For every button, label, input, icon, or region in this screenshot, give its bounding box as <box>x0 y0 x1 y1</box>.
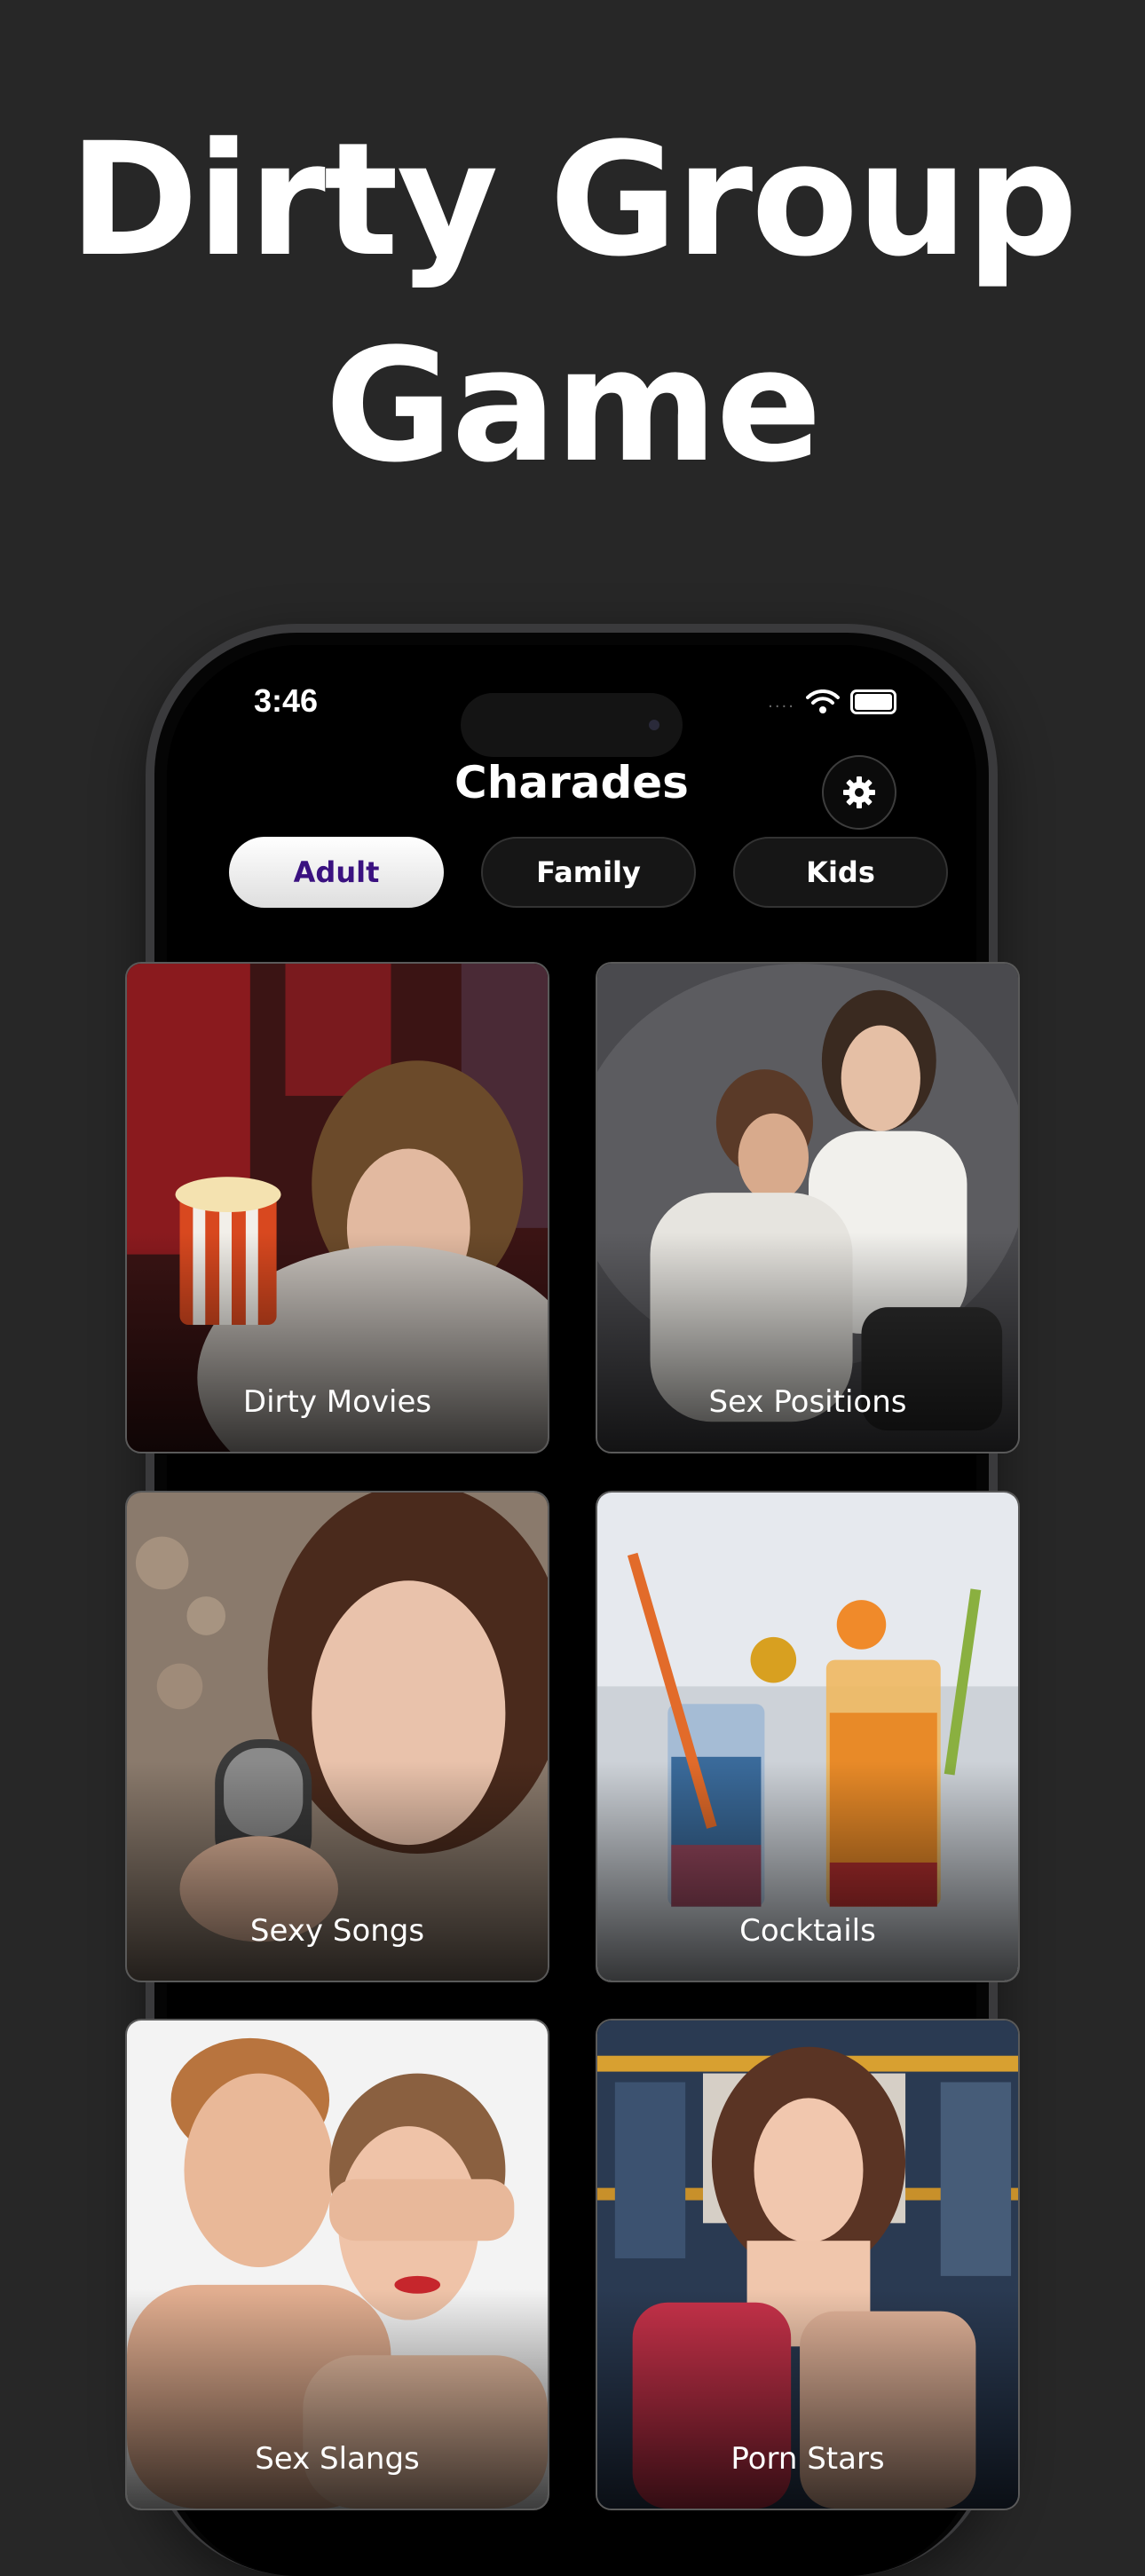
card-label: Dirty Movies <box>242 1384 432 1420</box>
gear-icon <box>843 776 875 808</box>
card-dirty-movies[interactable]: Dirty Movies <box>125 962 549 1453</box>
status-icons: .... <box>768 684 896 720</box>
headline-line-1: Dirty Group <box>68 109 1078 291</box>
tab-adult[interactable]: Adult <box>229 837 444 908</box>
card-label: Sex Slangs <box>255 2441 420 2477</box>
tab-kids[interactable]: Kids <box>733 837 948 908</box>
settings-button[interactable] <box>822 755 896 830</box>
promo-headline: Dirty Group Game <box>0 98 1145 509</box>
card-cocktails[interactable]: Cocktails <box>596 1491 1020 1982</box>
card-label: Cocktails <box>739 1913 876 1949</box>
card-label: Porn Stars <box>730 2441 885 2477</box>
dynamic-island <box>461 693 683 757</box>
card-label: Sex Positions <box>708 1384 907 1420</box>
signal-icon: .... <box>768 692 795 712</box>
status-time: 3:46 <box>254 682 319 719</box>
card-sexy-songs[interactable]: Sexy Songs <box>125 1491 549 1982</box>
headline-line-2: Game <box>325 315 822 497</box>
category-tabs: Adult Family Kids <box>229 837 948 908</box>
camera-icon <box>649 720 659 730</box>
card-sex-slangs[interactable]: Sex Slangs <box>125 2019 549 2510</box>
battery-icon <box>850 689 896 714</box>
wifi-icon <box>806 689 840 713</box>
card-porn-stars[interactable]: Porn Stars <box>596 2019 1020 2510</box>
card-sex-positions[interactable]: Sex Positions <box>596 962 1020 1453</box>
card-label: Sexy Songs <box>249 1913 425 1949</box>
tab-family[interactable]: Family <box>481 837 696 908</box>
